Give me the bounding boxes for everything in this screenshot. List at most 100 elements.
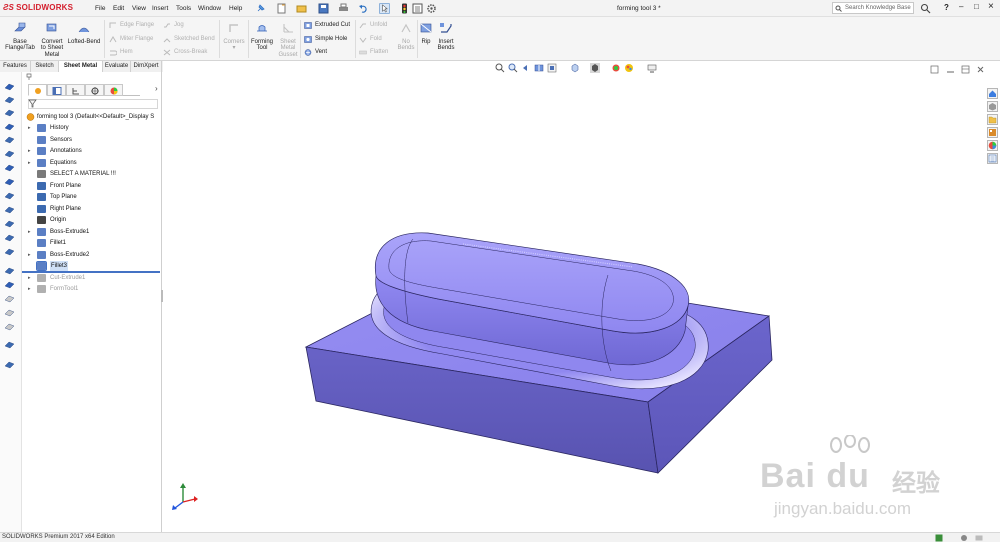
expand-arrow-icon[interactable]: ▸ xyxy=(28,123,31,133)
menu-help[interactable]: Help xyxy=(229,5,242,12)
file-properties-icon[interactable] xyxy=(412,3,423,14)
reference-geometry-icon[interactable] xyxy=(4,308,15,318)
hide-show-items-icon[interactable] xyxy=(611,63,621,73)
expand-arrow-icon[interactable]: ▸ xyxy=(28,146,31,156)
expand-arrow-icon[interactable]: ▸ xyxy=(28,273,31,283)
viewport-tile-icon[interactable] xyxy=(961,65,970,74)
extruded-cut-button[interactable]: Extruded Cut xyxy=(304,21,350,30)
base-flange-button[interactable]: Base Flange/Tab xyxy=(4,22,36,52)
curves-icon[interactable] xyxy=(4,322,15,332)
tab-features[interactable]: Features xyxy=(0,61,31,72)
file-explorer-tab[interactable] xyxy=(987,114,998,125)
hem-button[interactable]: Hem xyxy=(109,48,133,57)
tab-evaluate[interactable]: Evaluate xyxy=(103,61,131,72)
menu-insert[interactable]: Insert xyxy=(152,5,168,12)
no-bends-button[interactable]: No Bends xyxy=(396,22,416,52)
section-view-icon[interactable] xyxy=(534,63,544,73)
rollback-bar[interactable] xyxy=(22,271,160,273)
solidworks-logo[interactable]: ƧS SOLIDWORKS xyxy=(3,3,73,12)
sketched-bend-button[interactable]: Sketched Bend xyxy=(163,35,215,44)
new-document-icon[interactable] xyxy=(276,3,287,14)
revolve-icon[interactable] xyxy=(4,135,15,145)
print-icon[interactable] xyxy=(338,3,349,14)
sheet-metal-gusset-button[interactable]: Sheet Metal Gusset xyxy=(276,22,300,58)
jog-button[interactable]: Jog xyxy=(163,21,184,30)
tab-dimxpert[interactable]: DimXpert xyxy=(131,61,162,72)
menu-file[interactable]: File xyxy=(95,5,105,12)
sketch-icon[interactable] xyxy=(4,108,15,118)
loft-icon[interactable] xyxy=(4,163,15,173)
menu-window[interactable]: Window xyxy=(198,5,221,12)
rip-button[interactable]: Rip xyxy=(419,22,433,45)
previous-view-icon[interactable] xyxy=(521,63,531,73)
tree-filter-input[interactable] xyxy=(28,99,158,109)
close-button[interactable]: × xyxy=(988,1,994,12)
menu-view[interactable]: View xyxy=(132,5,146,12)
fillet-icon[interactable] xyxy=(4,177,15,187)
edit-appearance-icon[interactable] xyxy=(624,63,634,73)
view-orientation-icon[interactable] xyxy=(570,63,580,73)
simple-hole-button[interactable]: Simple Hole xyxy=(304,35,347,44)
vent-button[interactable]: Vent xyxy=(304,48,327,57)
pin-panel-icon[interactable] xyxy=(25,73,33,81)
open-icon[interactable] xyxy=(296,3,307,14)
view-settings-icon[interactable] xyxy=(647,63,657,73)
spline-icon[interactable] xyxy=(4,360,15,370)
viewport-minimize-icon[interactable] xyxy=(946,65,955,74)
undo-icon[interactable] xyxy=(358,3,369,14)
options-gear-icon[interactable] xyxy=(426,3,437,14)
custom-properties-tab[interactable] xyxy=(987,153,998,164)
wrap-icon[interactable] xyxy=(4,266,15,276)
forming-tool-button[interactable]: Forming Tool xyxy=(250,22,274,52)
expand-arrow-icon[interactable]: ▸ xyxy=(28,250,31,260)
pattern-icon[interactable] xyxy=(4,247,15,257)
miter-flange-button[interactable]: Miter Flange xyxy=(109,35,153,44)
panel-expand-arrow[interactable]: › xyxy=(155,84,158,93)
save-icon[interactable] xyxy=(318,3,329,14)
tab-property-manager[interactable] xyxy=(47,84,66,96)
unfold-button[interactable]: Unfold xyxy=(359,21,387,30)
view-palette-tab[interactable] xyxy=(987,127,998,138)
lofted-bend-button[interactable]: Lofted-Bend xyxy=(66,22,102,45)
solidworks-resources-tab[interactable] xyxy=(987,88,998,99)
rebuild-status-icon[interactable] xyxy=(935,534,943,542)
viewport-restore-icon[interactable] xyxy=(930,65,939,74)
insert-bends-button[interactable]: Insert Bends xyxy=(435,22,457,52)
search-go-icon[interactable] xyxy=(920,3,931,14)
expand-arrow-icon[interactable]: ▸ xyxy=(28,284,31,294)
hole-wizard-icon[interactable] xyxy=(4,294,15,304)
tab-sketch[interactable]: Sketch xyxy=(31,61,59,72)
viewport-close-icon[interactable] xyxy=(976,65,985,74)
units-icon[interactable] xyxy=(960,534,968,542)
rib-icon[interactable] xyxy=(4,280,15,290)
chamfer-icon[interactable] xyxy=(4,191,15,201)
flatten-button[interactable]: Flatten xyxy=(359,48,388,57)
minimize-button[interactable]: – xyxy=(959,2,963,11)
instant3d-icon[interactable] xyxy=(4,340,15,350)
notifications-icon[interactable] xyxy=(975,534,983,542)
shell-icon[interactable] xyxy=(4,205,15,215)
convert-to-sheet-metal-button[interactable]: Convert to Sheet Metal xyxy=(39,22,65,58)
search-knowledge-base-input[interactable]: Search Knowledge Base xyxy=(832,2,914,14)
dynamic-annotation-icon[interactable] xyxy=(547,63,557,73)
draft-icon[interactable] xyxy=(4,219,15,229)
tab-configuration-manager[interactable] xyxy=(66,84,85,96)
corners-button[interactable]: Corners ▾ xyxy=(222,22,246,52)
design-library-tab[interactable] xyxy=(987,101,998,112)
restore-button[interactable]: □ xyxy=(974,2,979,11)
tab-display-manager[interactable] xyxy=(104,84,123,96)
smart-dimension-icon[interactable] xyxy=(4,82,15,92)
pin-icon[interactable] xyxy=(255,3,266,14)
menu-edit[interactable]: Edit xyxy=(113,5,124,12)
fold-button[interactable]: Fold xyxy=(359,35,382,44)
appearances-tab[interactable] xyxy=(987,140,998,151)
traffic-light-icon[interactable] xyxy=(399,3,410,14)
tab-sheet-metal[interactable]: Sheet Metal xyxy=(59,61,103,72)
sweep-icon[interactable] xyxy=(4,149,15,159)
expand-arrow-icon[interactable]: ▸ xyxy=(28,158,31,168)
mirror-icon[interactable] xyxy=(4,233,15,243)
help-button[interactable]: ? xyxy=(944,3,949,12)
tab-feature-tree[interactable] xyxy=(28,84,47,96)
display-style-icon[interactable] xyxy=(590,63,600,73)
zoom-to-fit-icon[interactable] xyxy=(495,63,505,73)
